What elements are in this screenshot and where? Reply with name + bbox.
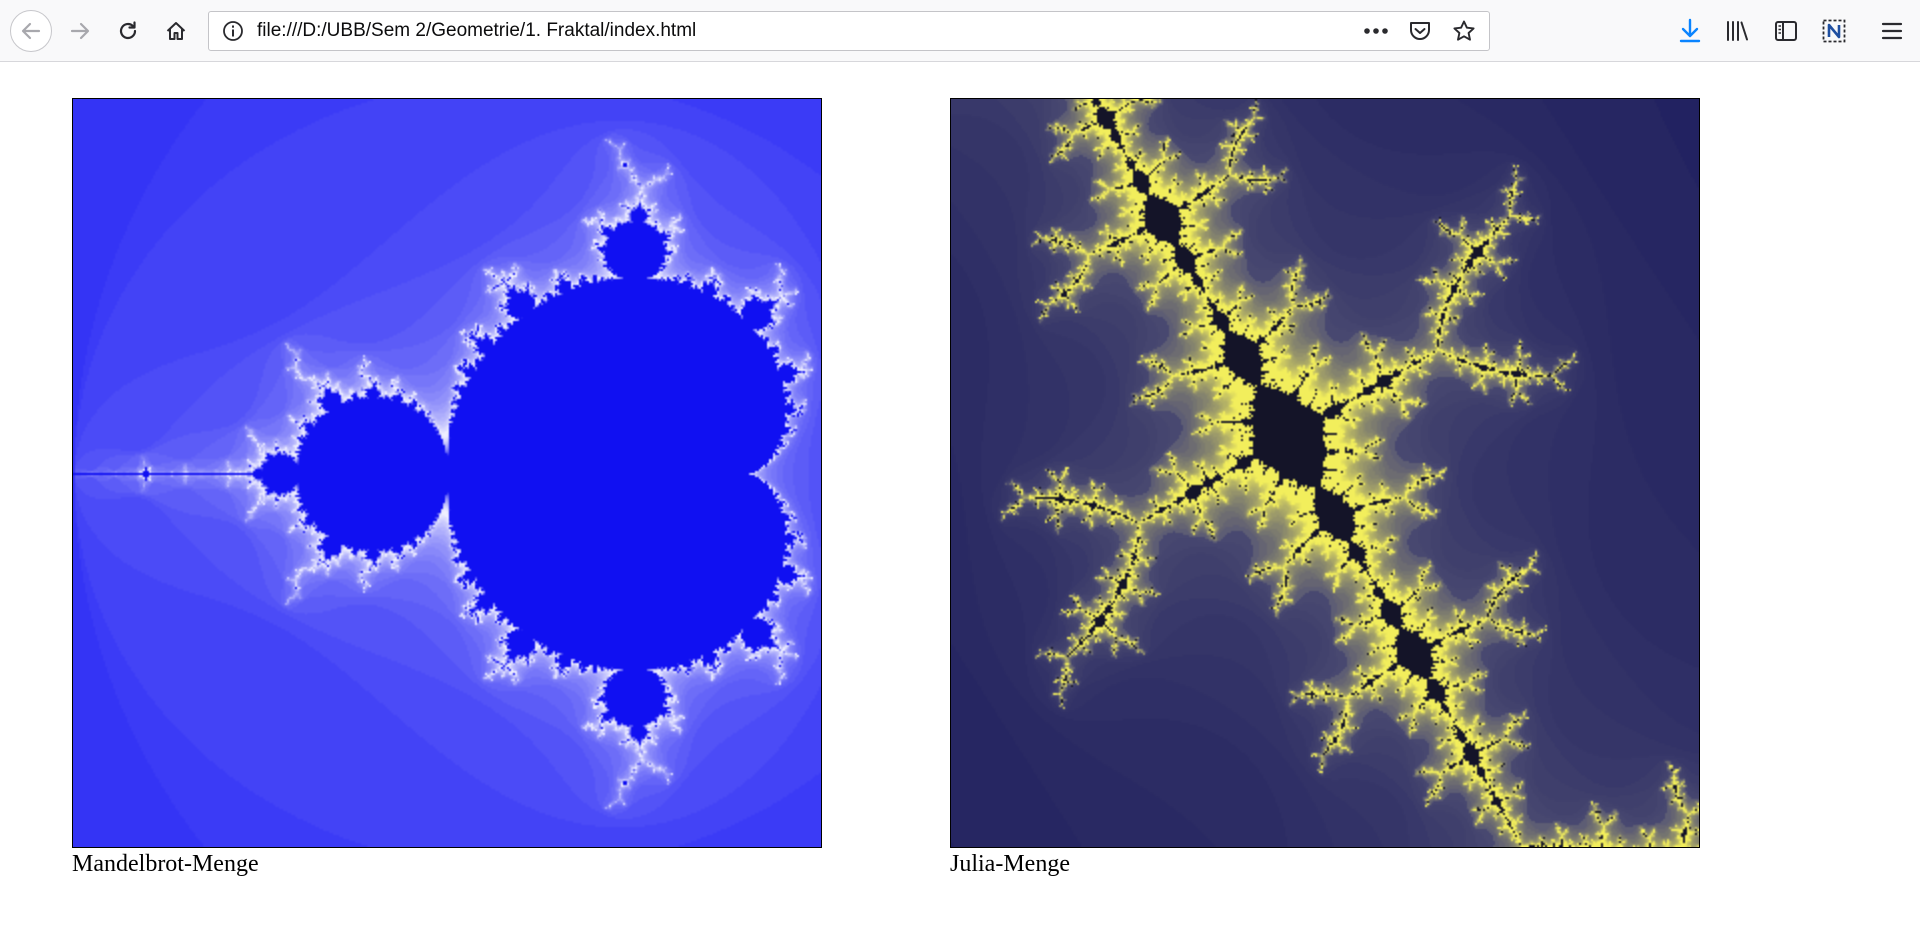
sidebar-icon: [1774, 20, 1798, 42]
menu-button[interactable]: [1872, 11, 1912, 51]
home-button[interactable]: [156, 11, 196, 51]
back-arrow-icon: [20, 20, 42, 42]
mandelbrot-canvas: [72, 98, 822, 848]
reload-button[interactable]: [108, 11, 148, 51]
browser-toolbar: file:///D:/UBB/Sem 2/Geometrie/1. Frakta…: [0, 0, 1920, 62]
julia-caption: Julia-Menge: [950, 851, 1070, 877]
library-icon: [1725, 19, 1751, 43]
star-bookmark-icon[interactable]: [1449, 12, 1479, 50]
library-button[interactable]: [1718, 11, 1758, 51]
julia-canvas: [950, 98, 1700, 848]
mandelbrot-caption: Mandelbrot-Menge: [72, 851, 259, 877]
pocket-icon[interactable]: [1405, 12, 1435, 50]
home-icon: [165, 20, 187, 42]
sidebar-button[interactable]: [1766, 11, 1806, 51]
url-bar[interactable]: file:///D:/UBB/Sem 2/Geometrie/1. Frakta…: [208, 11, 1490, 51]
back-button[interactable]: [10, 10, 52, 52]
info-icon[interactable]: [221, 12, 245, 50]
forward-button[interactable]: [60, 11, 100, 51]
reload-icon: [117, 20, 139, 42]
extension-button[interactable]: [1814, 11, 1854, 51]
forward-arrow-icon: [69, 20, 91, 42]
downloads-button[interactable]: [1670, 11, 1710, 51]
extension-n-icon: [1821, 18, 1847, 44]
url-text[interactable]: file:///D:/UBB/Sem 2/Geometrie/1. Frakta…: [257, 12, 696, 50]
download-arrow-icon: [1678, 18, 1702, 44]
hamburger-menu-icon: [1881, 21, 1903, 41]
more-dots-icon[interactable]: [1361, 12, 1391, 50]
